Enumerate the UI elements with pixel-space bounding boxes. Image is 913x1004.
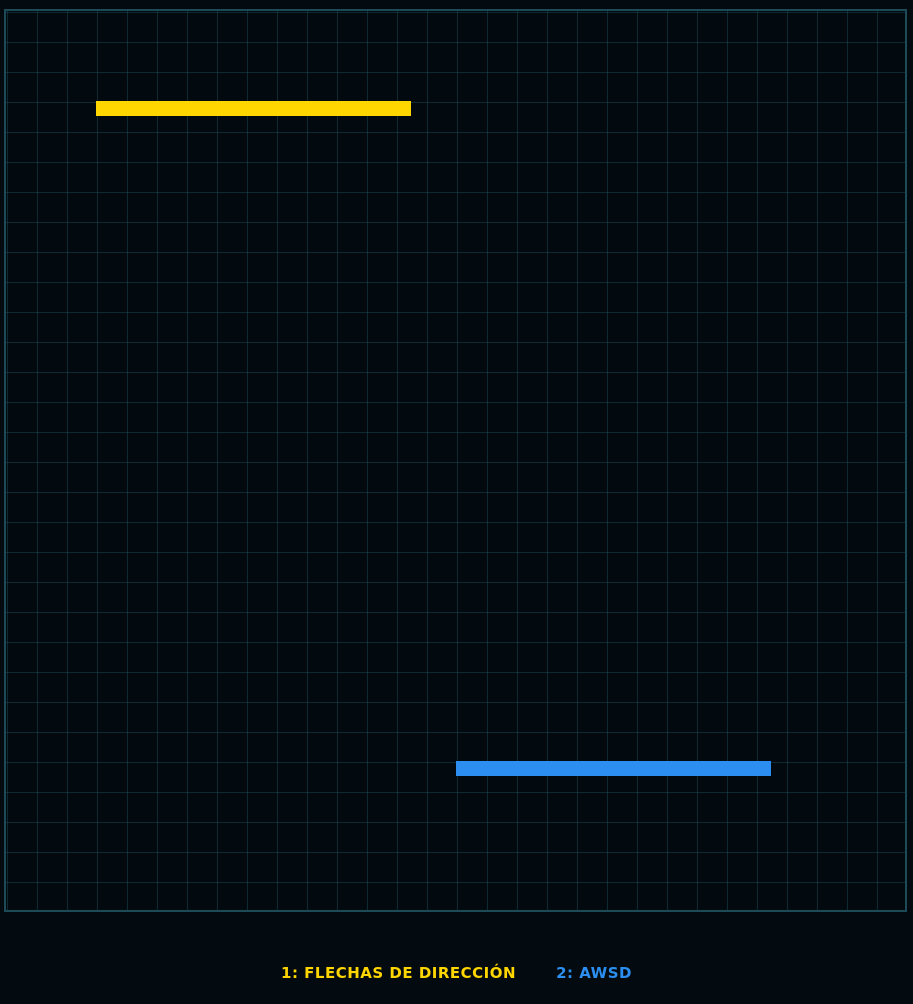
- player2-controls-label: 2: AWSD: [556, 964, 632, 982]
- player1-controls-label: 1: FLECHAS DE DIRECCIÓN: [281, 964, 517, 982]
- game-arena[interactable]: [4, 9, 907, 912]
- player1-light-trail: [96, 101, 411, 116]
- game-stage: 1: FLECHAS DE DIRECCIÓN 2: AWSD: [0, 0, 913, 1004]
- player2-light-trail: [456, 761, 771, 776]
- controls-legend: 1: FLECHAS DE DIRECCIÓN 2: AWSD: [0, 962, 913, 984]
